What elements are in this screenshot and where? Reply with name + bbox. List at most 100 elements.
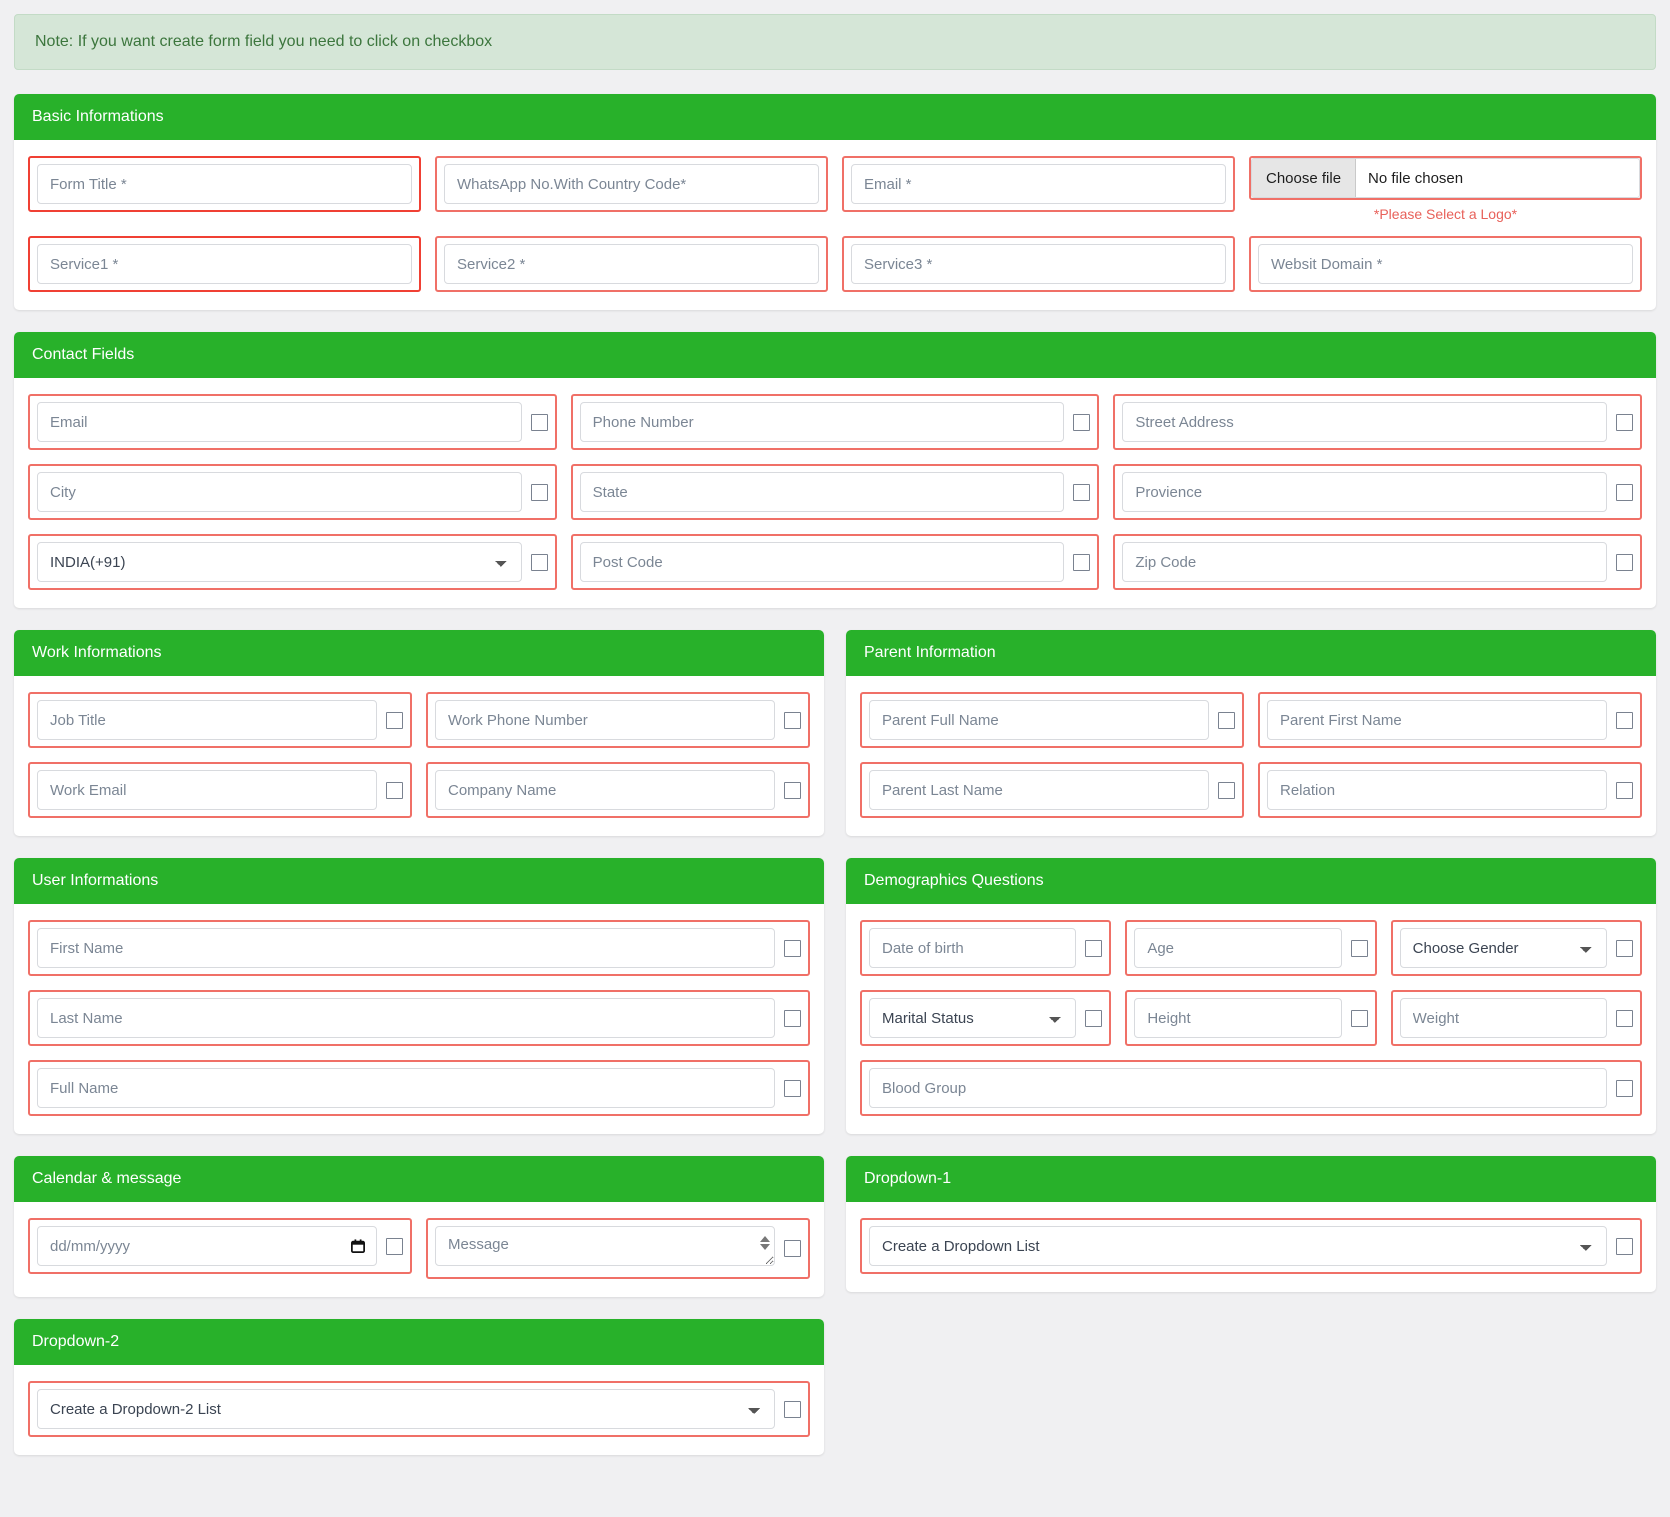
job-title-checkbox[interactable] (386, 711, 403, 729)
contact-email-input[interactable] (37, 402, 522, 442)
choose-file-button[interactable]: Choose file (1252, 159, 1357, 197)
post-code-checkbox[interactable] (1073, 553, 1091, 571)
panel-calendar-message: Calendar & message (14, 1156, 824, 1297)
date-checkbox[interactable] (386, 1237, 403, 1255)
website-domain-input[interactable] (1258, 244, 1633, 284)
whatsapp-input[interactable] (444, 164, 819, 204)
province-input[interactable] (1122, 472, 1608, 512)
field-email-basic (842, 156, 1235, 222)
work-email-checkbox[interactable] (386, 781, 403, 799)
panel-work-informations: Work Informations (14, 630, 824, 836)
parent-first-name-input[interactable] (1267, 700, 1607, 740)
weight-input[interactable] (1399, 998, 1607, 1038)
panel-title-user: User Informations (14, 858, 824, 904)
city-input[interactable] (37, 472, 522, 512)
highlight-relation (1258, 762, 1642, 818)
state-checkbox[interactable] (1073, 483, 1091, 501)
height-input[interactable] (1134, 998, 1342, 1038)
field-weight (1390, 990, 1642, 1046)
date-input[interactable] (37, 1226, 377, 1266)
panel-body-contact: INDIA(+91) (14, 378, 1656, 608)
field-work-email (28, 762, 412, 818)
company-name-input[interactable] (435, 770, 775, 810)
work-phone-checkbox[interactable] (784, 711, 801, 729)
age-input[interactable] (1134, 928, 1342, 968)
demographics-row-1: Choose Gender (860, 920, 1642, 976)
blood-group-input[interactable] (869, 1068, 1607, 1108)
dropdown-2-checkbox[interactable] (784, 1400, 801, 1418)
work-email-input[interactable] (37, 770, 377, 810)
contact-email-checkbox[interactable] (530, 413, 548, 431)
highlight-parent-full-name (860, 692, 1244, 748)
user-row-1 (28, 920, 810, 976)
field-last-name (28, 990, 810, 1046)
field-date (28, 1218, 412, 1279)
date-of-birth-checkbox[interactable] (1085, 939, 1103, 957)
last-name-input[interactable] (37, 998, 775, 1038)
gender-select[interactable]: Choose Gender (1399, 928, 1607, 968)
country-code-checkbox[interactable] (530, 553, 548, 571)
service3-input[interactable] (851, 244, 1226, 284)
gender-checkbox[interactable] (1615, 939, 1633, 957)
marital-status-select[interactable]: Marital Status (869, 998, 1077, 1038)
demographics-row-3 (860, 1060, 1642, 1116)
panel-contact-fields: Contact Fields Email Phone Number Street… (14, 332, 1656, 608)
dropdown-1-checkbox[interactable] (1616, 1237, 1633, 1255)
country-code-select[interactable]: INDIA(+91) (37, 542, 522, 582)
work-phone-input[interactable] (435, 700, 775, 740)
dropdown-1-select[interactable]: Create a Dropdown List (869, 1226, 1607, 1266)
parent-first-name-checkbox[interactable] (1616, 711, 1633, 729)
demographics-row-2: Marital Status (860, 990, 1642, 1046)
first-name-checkbox[interactable] (784, 939, 801, 957)
parent-full-name-checkbox[interactable] (1218, 711, 1235, 729)
job-title-input[interactable] (37, 700, 377, 740)
first-name-input[interactable] (37, 928, 775, 968)
state-input[interactable] (579, 472, 1065, 512)
form-title-input[interactable] (37, 164, 412, 204)
company-name-checkbox[interactable] (784, 781, 801, 799)
field-age (1125, 920, 1377, 976)
parent-last-name-checkbox[interactable] (1218, 781, 1235, 799)
zip-code-input[interactable] (1122, 542, 1608, 582)
parent-row-1 (860, 692, 1642, 748)
service2-input[interactable] (444, 244, 819, 284)
row-dropdown2: Dropdown-2 Create a Dropdown-2 List (14, 1319, 1656, 1477)
city-checkbox[interactable] (530, 483, 548, 501)
date-of-birth-input[interactable] (869, 928, 1077, 968)
email-input[interactable] (851, 164, 1226, 204)
post-code-input[interactable] (579, 542, 1065, 582)
file-input[interactable]: Choose file No file chosen (1251, 158, 1640, 198)
field-zip-code (1113, 534, 1643, 590)
contact-phone-input[interactable] (579, 402, 1065, 442)
contact-phone-checkbox[interactable] (1073, 413, 1091, 431)
blood-group-checkbox[interactable] (1616, 1079, 1633, 1097)
height-checkbox[interactable] (1350, 1009, 1368, 1027)
full-name-checkbox[interactable] (784, 1079, 801, 1097)
full-name-input[interactable] (37, 1068, 775, 1108)
relation-checkbox[interactable] (1616, 781, 1633, 799)
field-job-title (28, 692, 412, 748)
note-banner: Note: If you want create form field you … (14, 14, 1656, 70)
zip-code-checkbox[interactable] (1616, 553, 1634, 571)
parent-full-name-input[interactable] (869, 700, 1209, 740)
service1-input[interactable] (37, 244, 412, 284)
weight-checkbox[interactable] (1615, 1009, 1633, 1027)
highlight-date-of-birth (860, 920, 1112, 976)
street-address-input[interactable] (1122, 402, 1608, 442)
highlight-contact-phone (570, 394, 1100, 450)
highlight-whatsapp (435, 156, 828, 212)
province-checkbox[interactable] (1616, 483, 1634, 501)
last-name-checkbox[interactable] (784, 1009, 801, 1027)
relation-input[interactable] (1267, 770, 1607, 810)
field-full-name (28, 1060, 810, 1116)
street-address-checkbox[interactable] (1616, 413, 1634, 431)
age-checkbox[interactable] (1350, 939, 1368, 957)
dropdown-2-select[interactable]: Create a Dropdown-2 List (37, 1389, 775, 1429)
message-textarea[interactable] (435, 1226, 775, 1266)
field-service2 (435, 236, 828, 292)
parent-last-name-input[interactable] (869, 770, 1209, 810)
field-first-name (28, 920, 810, 976)
message-checkbox[interactable] (784, 1240, 801, 1257)
highlight-height (1125, 990, 1377, 1046)
marital-status-checkbox[interactable] (1085, 1009, 1103, 1027)
